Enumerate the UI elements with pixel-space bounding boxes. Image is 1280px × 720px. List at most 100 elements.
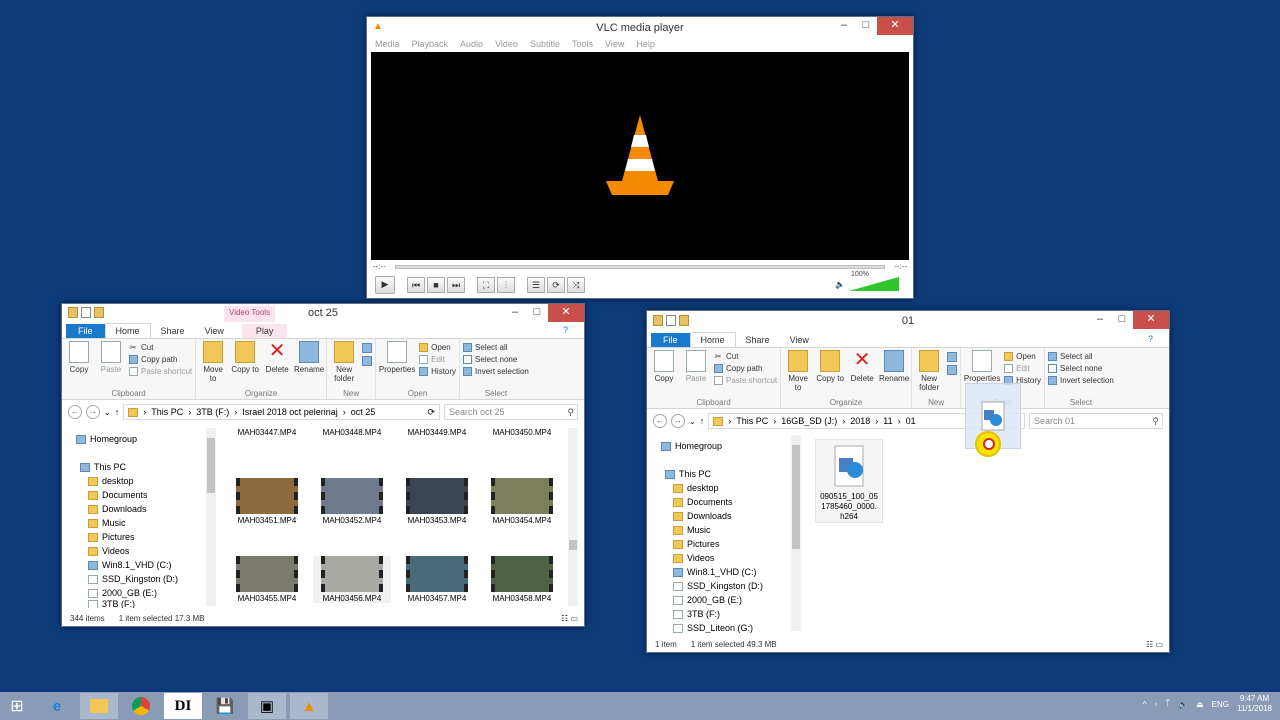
breadcrumb-this-pc[interactable]: This PC <box>736 416 768 426</box>
file-item[interactable]: MAH03457.MP4 <box>398 556 476 603</box>
previous-button[interactable]: ⏮ <box>407 277 425 293</box>
maximize-button[interactable]: □ <box>1111 311 1133 329</box>
volume-slider[interactable] <box>849 277 899 291</box>
tray-app-icon[interactable]: ▫ <box>1154 700 1157 709</box>
nav-this-pc[interactable]: This PC <box>655 467 795 481</box>
breadcrumb-this-pc[interactable]: This PC <box>151 407 183 417</box>
back-button[interactable]: ← <box>653 414 667 428</box>
nav-homegroup[interactable]: Homegroup <box>70 432 210 446</box>
nav-videos[interactable]: Videos <box>655 551 795 565</box>
extended-settings-button[interactable]: ⫶ <box>497 277 515 293</box>
move-to-button[interactable]: Move to <box>199 341 227 387</box>
file-item[interactable]: MAH03452.MP4 <box>313 478 391 525</box>
select-all-button[interactable]: Select all <box>463 343 529 352</box>
tab-share[interactable]: Share <box>736 333 780 347</box>
rename-button[interactable]: Rename <box>879 350 909 396</box>
tab-play[interactable]: Play <box>241 324 288 338</box>
new-item-icon[interactable] <box>947 352 958 362</box>
stop-button[interactable]: ■ <box>427 277 445 293</box>
new-folder-button[interactable]: New folder <box>915 350 943 396</box>
open-button[interactable]: Open <box>1004 352 1041 361</box>
nav-documents[interactable]: Documents <box>70 488 210 502</box>
rename-button[interactable]: Rename <box>294 341 324 387</box>
explorer-titlebar[interactable]: Video Tools oct 25 – □ ✕ <box>62 304 584 322</box>
nav-drive-e[interactable]: 2000_GB (E:) <box>655 593 795 607</box>
help-icon[interactable]: ? <box>553 323 578 337</box>
select-none-button[interactable]: Select none <box>1048 364 1114 373</box>
tab-view[interactable]: View <box>780 333 819 347</box>
copy-to-button[interactable]: Copy to <box>816 350 844 396</box>
file-item[interactable]: MAH03458.MP4 <box>483 556 561 603</box>
next-button[interactable]: ⏭ <box>447 277 465 293</box>
play-button[interactable]: ▶ <box>375 276 395 294</box>
breadcrumb-month[interactable]: 11 <box>883 416 892 426</box>
search-input[interactable]: Search oct 25 <box>444 404 578 420</box>
minimize-button[interactable]: – <box>504 304 526 322</box>
nav-videos[interactable]: Videos <box>70 544 210 558</box>
file-item[interactable]: MAH03454.MP4 <box>483 478 561 525</box>
input-language[interactable]: ENG <box>1212 700 1229 709</box>
copy-to-button[interactable]: Copy to <box>231 341 259 387</box>
seek-slider[interactable] <box>395 265 885 269</box>
breadcrumb-drive[interactable]: 16GB_SD (J:) <box>781 416 837 426</box>
tab-file[interactable]: File <box>66 324 105 338</box>
file-item[interactable]: MAH03453.MP4 <box>398 478 476 525</box>
menu-media[interactable]: Media <box>375 39 400 53</box>
select-none-button[interactable]: Select none <box>463 355 529 364</box>
fullscreen-button[interactable]: ⛶ <box>477 277 495 293</box>
select-all-button[interactable]: Select all <box>1048 352 1114 361</box>
close-button[interactable]: ✕ <box>548 304 584 322</box>
usb-icon[interactable]: ⏏ <box>1196 700 1204 709</box>
nav-music[interactable]: Music <box>70 516 210 530</box>
file-item[interactable]: MAH03449.MP4 <box>398 428 476 437</box>
menu-tools[interactable]: Tools <box>572 39 593 53</box>
up-button[interactable]: ↑ <box>700 416 705 426</box>
forward-button[interactable]: → <box>671 414 685 428</box>
nav-drive-g[interactable]: SSD_Liteon (G:) <box>655 621 795 633</box>
tab-home[interactable]: Home <box>689 332 736 347</box>
nav-desktop[interactable]: desktop <box>70 474 210 488</box>
nav-documents[interactable]: Documents <box>655 495 795 509</box>
vlc-taskbar-icon[interactable]: ▲ <box>290 693 328 719</box>
cut-button[interactable]: ✂ Cut <box>714 352 777 361</box>
edit-button[interactable]: Edit <box>419 355 456 364</box>
breadcrumb-current[interactable]: 01 <box>906 416 916 426</box>
maximize-button[interactable]: □ <box>855 17 877 35</box>
chrome-taskbar-icon[interactable] <box>122 693 160 719</box>
open-button[interactable]: Open <box>419 343 456 352</box>
video-area[interactable] <box>371 52 909 260</box>
address-bar[interactable]: › This PC › 3TB (F:) › Israel 2018 oct pel… <box>123 404 440 420</box>
cut-button[interactable]: ✂ Cut <box>129 343 192 352</box>
playlist-button[interactable]: ☰ <box>527 277 545 293</box>
properties-button[interactable]: Properties <box>379 341 415 387</box>
nav-downloads[interactable]: Downloads <box>70 502 210 516</box>
properties-icon[interactable] <box>81 307 91 318</box>
menu-subtitle[interactable]: Subtitle <box>530 39 560 53</box>
tab-file[interactable]: File <box>651 333 690 347</box>
copy-path-button[interactable]: Copy path <box>129 355 192 364</box>
edit-button[interactable]: Edit <box>1004 364 1041 373</box>
tray-chevron-icon[interactable]: ^ <box>1143 700 1147 709</box>
file-item-selected[interactable]: MAH03456.MP4 <box>313 556 391 603</box>
view-toggle-icon[interactable]: ☷ ▭ <box>561 614 578 623</box>
speaker-icon[interactable]: 🔈 <box>835 280 845 289</box>
help-icon[interactable]: ? <box>1138 332 1163 346</box>
nav-drive-f[interactable]: 3TB (F:) <box>655 607 795 621</box>
file-item-selected[interactable]: 090515_100_051785460_0000.h264 <box>815 439 883 523</box>
nav-music[interactable]: Music <box>655 523 795 537</box>
menu-view[interactable]: View <box>605 39 624 53</box>
volume-control[interactable]: 🔈 100% <box>835 271 899 291</box>
clock[interactable]: 9:47 AM 11/1/2018 <box>1237 694 1272 714</box>
shuffle-button[interactable]: ⤨ <box>567 277 585 293</box>
search-input[interactable]: Search 01 <box>1029 413 1163 429</box>
paste-shortcut-button[interactable]: Paste shortcut <box>129 367 192 376</box>
loop-button[interactable]: ⟳ <box>547 277 565 293</box>
nav-drive-d[interactable]: SSD_Kingston (D:) <box>655 579 795 593</box>
copy-button[interactable]: Copy <box>650 350 678 396</box>
delete-button[interactable]: ✕ Delete <box>848 350 876 396</box>
file-item[interactable]: MAH03448.MP4 <box>313 428 391 437</box>
move-to-button[interactable]: Move to <box>784 350 812 396</box>
new-folder-icon[interactable] <box>679 315 689 326</box>
paste-shortcut-button[interactable]: Paste shortcut <box>714 376 777 385</box>
recent-locations-button[interactable]: ⌄ <box>104 408 111 417</box>
